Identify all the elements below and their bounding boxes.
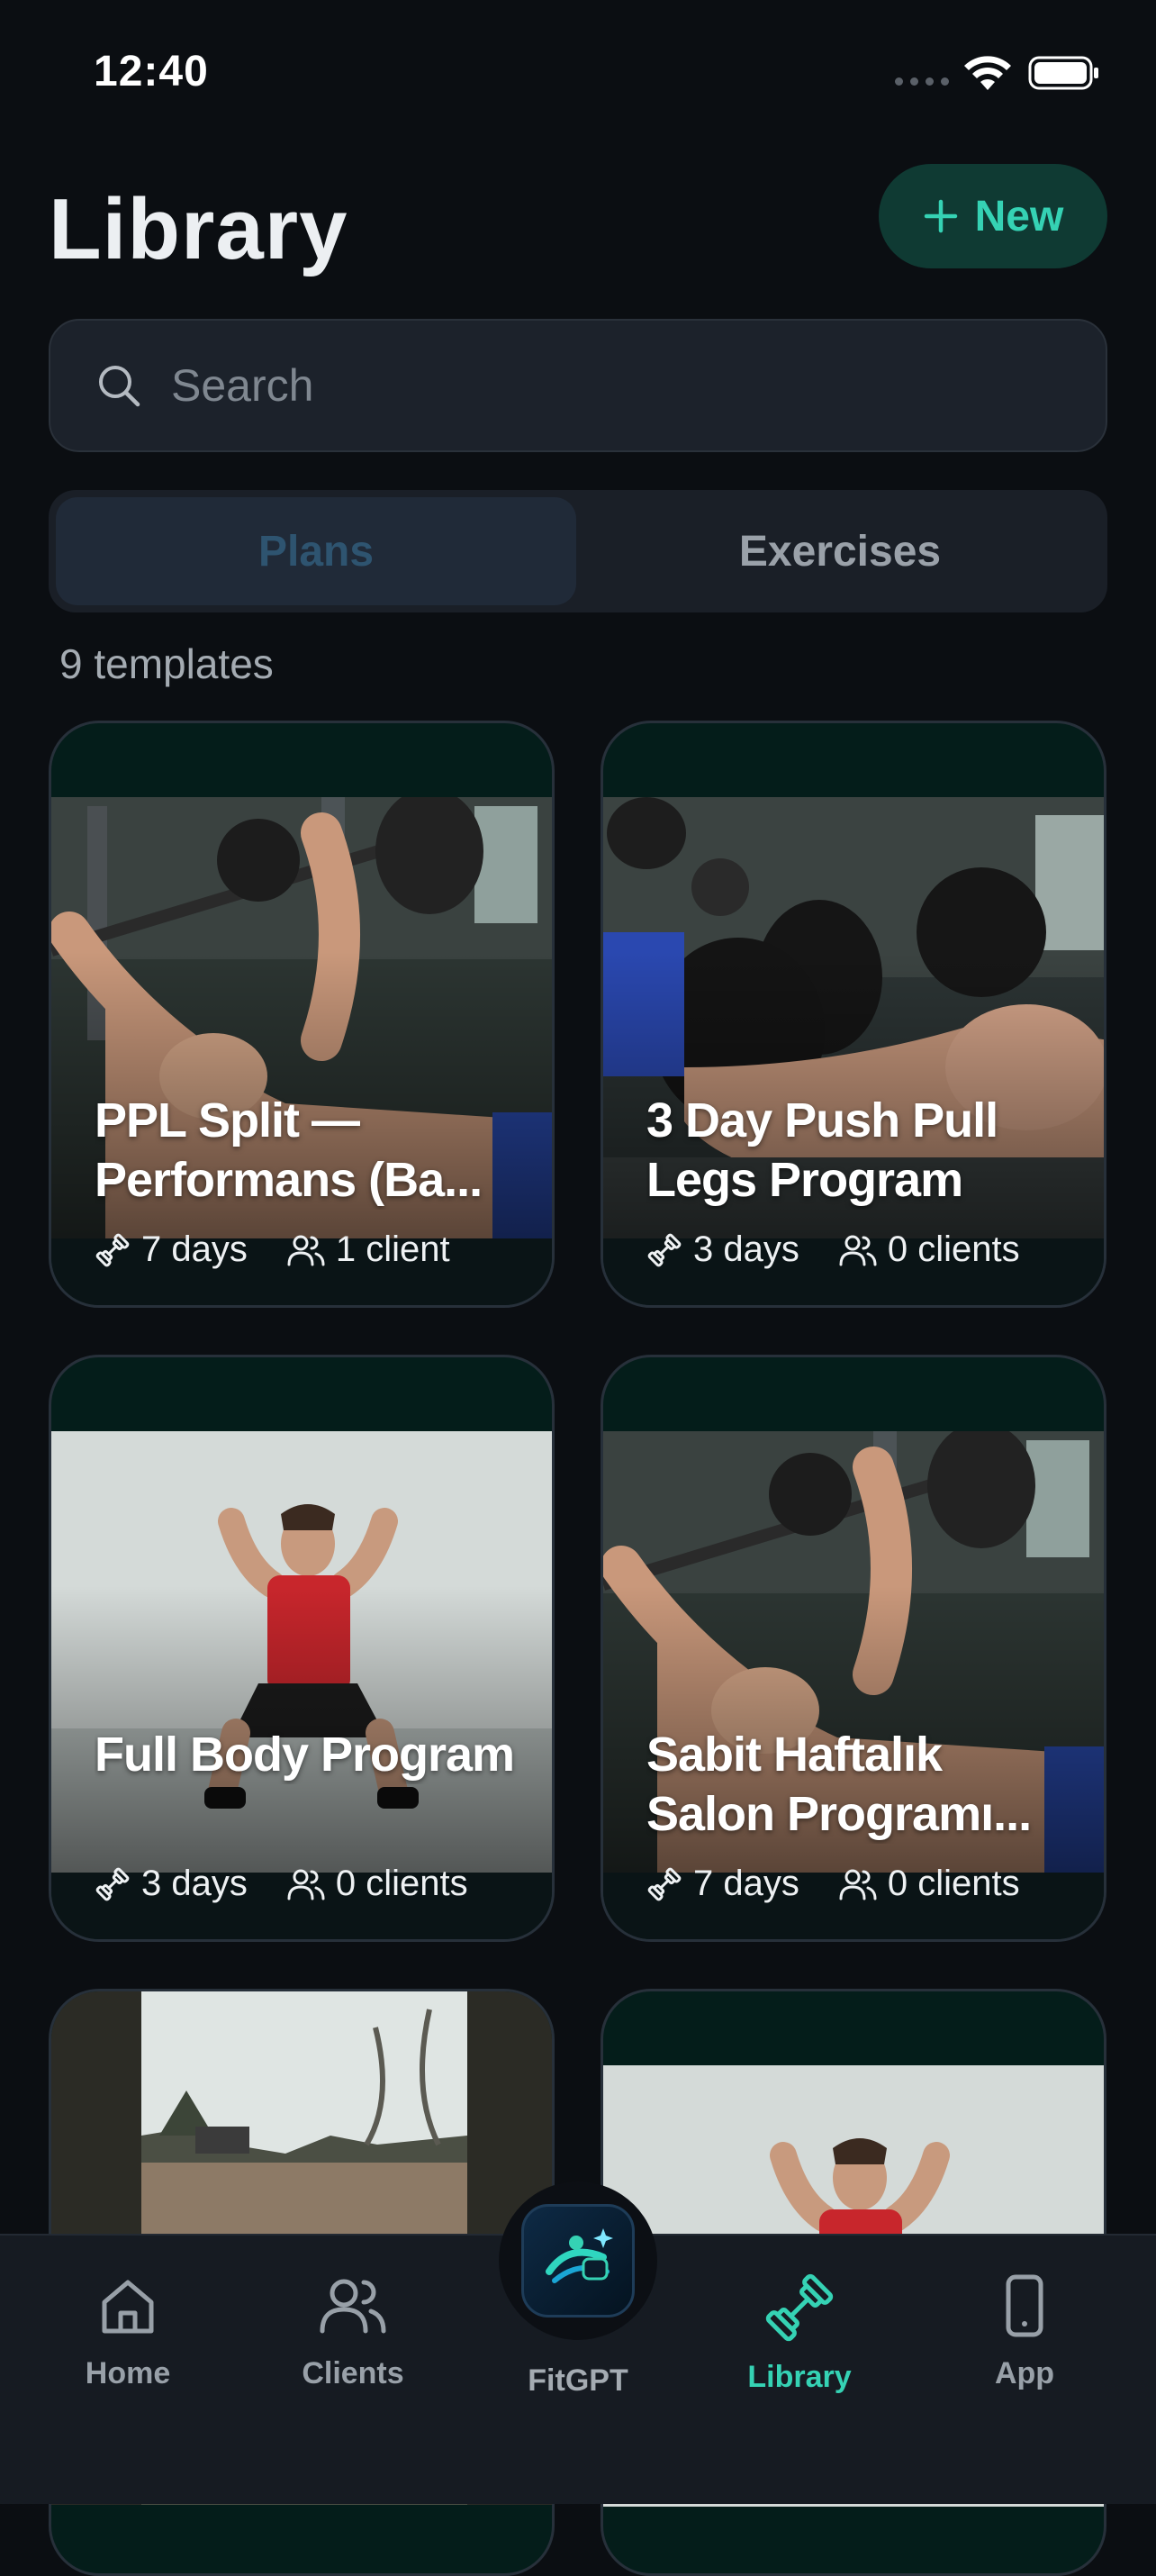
nav-home[interactable]: Home (47, 2273, 209, 2391)
plus-icon (924, 199, 957, 233)
search-input[interactable] (169, 358, 1106, 413)
nav-clients[interactable]: Clients (272, 2273, 434, 2391)
plan-clients: 1 client (335, 1229, 450, 1269)
users-icon (287, 1235, 325, 1265)
fitgpt-logo-icon (521, 2204, 635, 2317)
plan-card[interactable]: Full Body Program 3 days 0 clients (49, 1355, 555, 1942)
new-button-label: New (974, 192, 1064, 240)
new-button[interactable]: New (879, 164, 1107, 268)
plan-days: 3 days (693, 1229, 799, 1269)
dumbbell-icon (765, 2273, 834, 2342)
users-icon (839, 1869, 877, 1900)
nav-library-label: Library (747, 2360, 852, 2394)
plan-clients: 0 clients (887, 1864, 1020, 1903)
nav-home-label: Home (85, 2356, 171, 2390)
dumbbell-icon (95, 1867, 130, 1900)
template-count: 9 templates (59, 640, 274, 687)
plan-card[interactable]: Sabit Haftalık Salon Programı... 7 days … (601, 1355, 1106, 1942)
fitgpt-button[interactable] (499, 2181, 657, 2340)
users-icon (320, 2279, 386, 2334)
plan-meta: 7 days 0 clients (646, 1864, 1060, 1904)
home-icon (102, 2280, 154, 2334)
nav-library[interactable]: Library (718, 2273, 881, 2395)
plan-days: 3 days (141, 1864, 248, 1903)
search-icon (99, 366, 140, 407)
plan-title: Sabit Haftalık Salon Programı... (646, 1728, 1032, 1841)
plan-card[interactable]: PPL Split — Performans (Ba... 7 days 1 c… (49, 721, 555, 1308)
plan-meta: 7 days 1 client (95, 1229, 490, 1270)
status-bar: 12:40 (0, 0, 1156, 144)
segmented-control: Plans Exercises (49, 490, 1107, 612)
page-title: Library (49, 181, 348, 277)
search-bar[interactable] (49, 319, 1107, 452)
dumbbell-icon (647, 1867, 682, 1900)
plan-meta: 3 days 0 clients (646, 1229, 1060, 1270)
plan-card[interactable]: 3 Day Push Pull Legs Program 3 days 0 cl… (601, 721, 1106, 1308)
wifi-icon (964, 56, 1011, 90)
plan-days: 7 days (693, 1864, 799, 1903)
users-icon (287, 1869, 325, 1900)
plan-photo (51, 1431, 552, 1873)
phone-icon (1006, 2274, 1043, 2337)
battery-icon (1028, 56, 1098, 90)
users-icon (839, 1235, 877, 1265)
dumbbell-icon (95, 1233, 130, 1266)
tab-plans[interactable]: Plans (56, 497, 576, 605)
plan-title: Full Body Program (95, 1728, 515, 1782)
dumbbell-icon (647, 1233, 682, 1266)
tab-exercises[interactable]: Exercises (580, 497, 1100, 605)
nav-app[interactable]: App (944, 2273, 1106, 2391)
plan-title: PPL Split — Performans (Ba... (95, 1093, 483, 1207)
cellular-signal-icon (895, 77, 949, 86)
plan-days: 7 days (141, 1229, 248, 1269)
plan-title: 3 Day Push Pull Legs Program (646, 1093, 998, 1207)
nav-app-label: App (994, 2356, 1055, 2390)
nav-clients-label: Clients (302, 2356, 404, 2390)
plan-meta: 3 days 0 clients (95, 1864, 508, 1904)
nav-fitgpt-label: FitGPT (528, 2363, 628, 2398)
status-time: 12:40 (94, 48, 209, 95)
plan-clients: 0 clients (335, 1864, 468, 1903)
plan-clients: 0 clients (887, 1229, 1020, 1269)
